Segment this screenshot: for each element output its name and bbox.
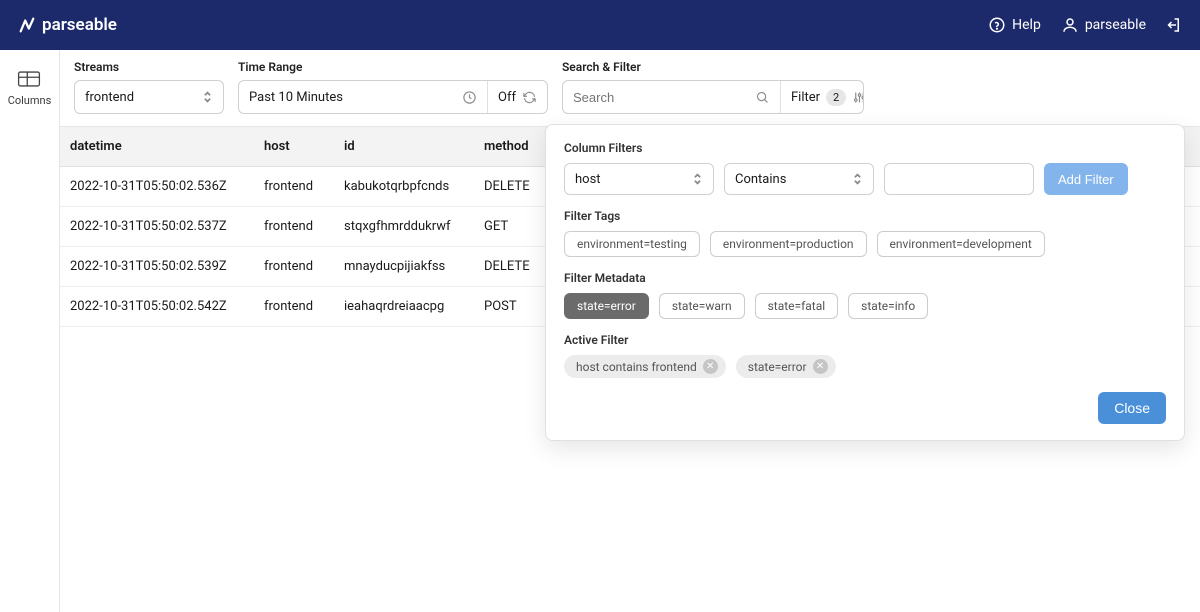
filter-tag-chip[interactable]: environment=production <box>710 231 867 257</box>
brand-name: parseable <box>42 15 117 35</box>
clock-icon <box>462 90 477 105</box>
logo-icon <box>18 16 36 34</box>
filter-metadata-chip[interactable]: state=warn <box>659 293 745 319</box>
cell-id: kabukotqrbpfcnds <box>336 167 476 206</box>
content-area: Streams frontend Time Range Past 10 Minu… <box>60 50 1200 612</box>
refresh-icon <box>522 90 537 105</box>
active-filter-title: Active Filter <box>564 333 1166 347</box>
app-header: parseable Help parseable <box>0 0 1200 50</box>
filter-condition-select[interactable]: Contains <box>724 163 874 195</box>
cell-host: frontend <box>256 287 336 326</box>
toolbar: Streams frontend Time Range Past 10 Minu… <box>60 50 1200 127</box>
brand-logo: parseable <box>18 15 117 35</box>
chevron-updown-icon <box>692 172 703 186</box>
filter-count-badge: 2 <box>826 89 846 106</box>
filter-metadata-chip[interactable]: state=info <box>848 293 928 319</box>
chevron-updown-icon <box>202 90 213 104</box>
active-filter-text: host contains frontend <box>576 360 697 374</box>
cell-id: ieahaqrdreiaacpg <box>336 287 476 326</box>
filter-tag-chip[interactable]: environment=development <box>877 231 1045 257</box>
cell-datetime: 2022-10-31T05:50:02.542Z <box>60 287 256 326</box>
active-filter-text: state=error <box>748 360 807 374</box>
add-filter-button[interactable]: Add Filter <box>1044 163 1128 195</box>
filter-value-input[interactable] <box>884 163 1034 195</box>
cell-host: frontend <box>256 247 336 286</box>
user-menu[interactable]: parseable <box>1061 16 1146 34</box>
time-range-value: Past 10 Minutes <box>249 90 343 105</box>
time-range-picker[interactable]: Past 10 Minutes <box>239 81 487 113</box>
stream-selector[interactable]: frontend <box>74 80 224 114</box>
active-filter-chip: state=error ✕ <box>736 355 836 378</box>
sliders-icon <box>852 90 864 105</box>
column-filters-title: Column Filters <box>564 141 1166 155</box>
filter-tags-title: Filter Tags <box>564 209 1166 223</box>
cell-datetime: 2022-10-31T05:50:02.537Z <box>60 207 256 246</box>
filter-panel: Column Filters host Contains Add Filter … <box>545 124 1185 441</box>
filter-column-select[interactable]: host <box>564 163 714 195</box>
cell-id: stqxgfhmrddukrwf <box>336 207 476 246</box>
auto-refresh-toggle[interactable]: Off <box>488 81 547 113</box>
search-input-wrap <box>563 81 780 113</box>
filter-metadata-chip[interactable]: state=fatal <box>755 293 839 319</box>
chevron-updown-icon <box>852 172 863 186</box>
cell-datetime: 2022-10-31T05:50:02.539Z <box>60 247 256 286</box>
remove-filter-icon[interactable]: ✕ <box>813 359 828 374</box>
columns-nav-label: Columns <box>8 94 52 107</box>
search-input[interactable] <box>573 90 749 105</box>
remove-filter-icon[interactable]: ✕ <box>703 359 718 374</box>
columns-nav-item[interactable]: Columns <box>8 60 52 115</box>
user-icon <box>1061 16 1079 34</box>
cell-host: frontend <box>256 207 336 246</box>
stream-selected-value: frontend <box>85 90 134 105</box>
col-header-host[interactable]: host <box>256 127 336 166</box>
filter-column-value: host <box>575 172 601 187</box>
cell-id: mnayducpijiakfss <box>336 247 476 286</box>
search-filter-control: Filter 2 <box>562 80 864 114</box>
columns-icon <box>16 68 42 90</box>
filter-label: Filter <box>791 90 820 105</box>
cell-host: frontend <box>256 167 336 206</box>
help-link[interactable]: Help <box>988 16 1041 34</box>
time-range-label: Time Range <box>238 60 548 74</box>
streams-label: Streams <box>74 60 224 74</box>
col-header-id[interactable]: id <box>336 127 476 166</box>
time-range-control: Past 10 Minutes Off <box>238 80 548 114</box>
filter-metadata-title: Filter Metadata <box>564 271 1166 285</box>
filter-tag-chip[interactable]: environment=testing <box>564 231 700 257</box>
filter-button[interactable]: Filter 2 <box>780 81 864 113</box>
logout-button[interactable] <box>1164 16 1182 34</box>
user-label: parseable <box>1085 17 1146 33</box>
active-filter-chip: host contains frontend ✕ <box>564 355 726 378</box>
filter-metadata-chip[interactable]: state=error <box>564 293 649 319</box>
left-rail: Columns <box>0 50 60 612</box>
help-icon <box>988 16 1006 34</box>
help-label: Help <box>1012 17 1041 33</box>
refresh-toggle-label: Off <box>498 90 516 105</box>
col-header-datetime[interactable]: datetime <box>60 127 256 166</box>
filter-condition-value: Contains <box>735 172 786 187</box>
cell-datetime: 2022-10-31T05:50:02.536Z <box>60 167 256 206</box>
search-icon <box>755 90 770 105</box>
logout-icon <box>1164 16 1182 34</box>
search-filter-label: Search & Filter <box>562 60 864 74</box>
close-panel-button[interactable]: Close <box>1098 392 1166 424</box>
